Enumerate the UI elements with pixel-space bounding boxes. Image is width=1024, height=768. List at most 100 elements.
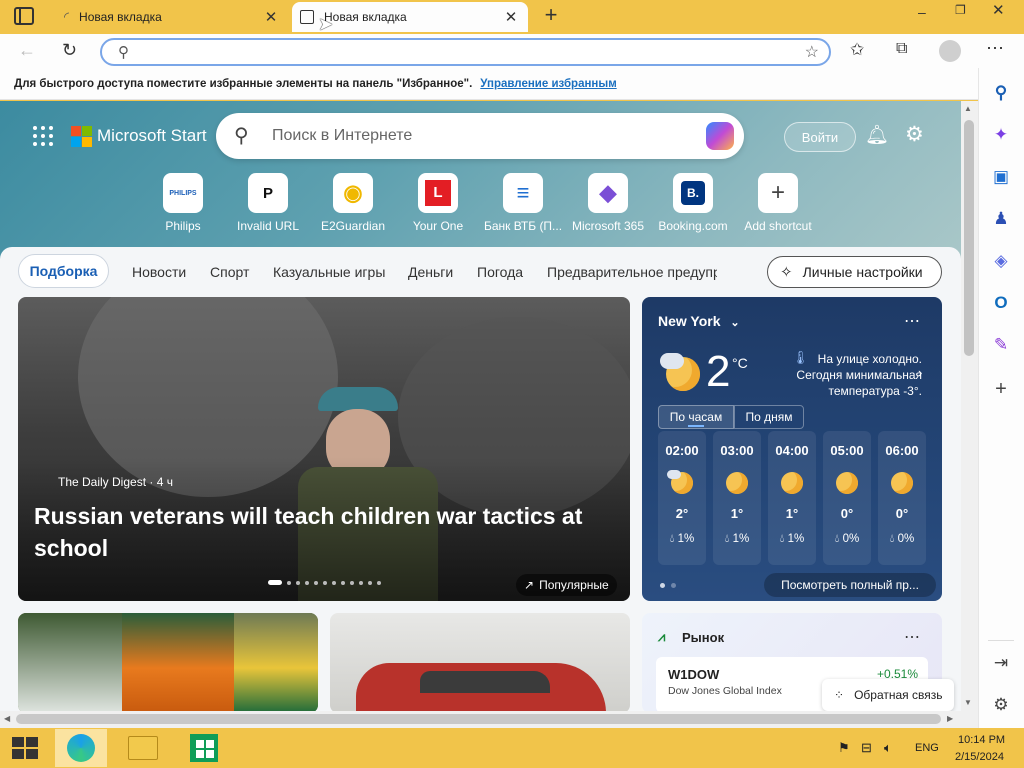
quicklink-invalid-url[interactable]: P Invalid URL — [228, 173, 308, 233]
hour-forecast[interactable]: 03:00 1° 💧︎ 1% — [713, 431, 761, 565]
news-hero-card[interactable]: The Daily Digest · 4 ч Russian veterans … — [18, 297, 630, 601]
close-tab-icon[interactable]: ✕ — [262, 8, 280, 26]
volume-muted-icon[interactable]: 🔈︎ — [884, 740, 892, 756]
clock-time[interactable]: 10:14 PM — [958, 734, 1005, 746]
moon-icon — [726, 472, 748, 494]
team-photo — [18, 613, 122, 711]
address-input[interactable] — [146, 43, 786, 61]
microsoft-logo-icon — [71, 126, 92, 147]
quicklink-your-one[interactable]: L Your One — [398, 173, 478, 233]
language-indicator[interactable]: ENG — [915, 742, 939, 754]
sidebar-settings-icon[interactable]: ⚙ — [988, 692, 1014, 718]
hour-forecast[interactable]: 05:00 0° 💧︎ 0% — [823, 431, 871, 565]
hide-sidebar-icon[interactable]: ⇥ — [988, 650, 1014, 676]
add-sidebar-app-icon[interactable]: + — [988, 376, 1014, 402]
personalize-label: Личные настройки — [802, 264, 923, 280]
maximize-button[interactable]: ❐ — [955, 3, 969, 17]
drop-icon: 💧︎ — [724, 533, 730, 545]
tab-podborka[interactable]: Подборка — [18, 254, 109, 288]
weather-page-dots[interactable] — [660, 583, 676, 588]
feedback-button[interactable]: ⁘ Обратная связь — [822, 679, 954, 711]
new-tab-button[interactable]: + — [540, 4, 562, 26]
file-explorer-icon[interactable] — [128, 736, 158, 760]
tab-casual-games[interactable]: Казуальные игры — [273, 264, 385, 280]
see-full-forecast-link[interactable]: Посмотреть полный пр... — [764, 573, 936, 597]
tab-daily[interactable]: По дням — [734, 405, 804, 429]
outlook-icon[interactable]: O — [988, 290, 1014, 316]
copilot-sparkle-icon[interactable]: ✦ — [988, 122, 1014, 148]
clock-date[interactable]: 2/15/2024 — [955, 751, 1004, 763]
shopping-icon[interactable]: ▣ — [988, 164, 1014, 190]
scroll-left-arrow-icon[interactable]: ◀ — [4, 714, 10, 723]
tab-weather[interactable]: Погода — [477, 264, 523, 280]
collections-icon[interactable]: ⧉ — [896, 40, 907, 58]
start-windows-icon[interactable] — [12, 737, 38, 759]
signin-button[interactable]: Войти — [784, 122, 856, 152]
close-window-button[interactable]: ✕ — [992, 1, 1012, 19]
manage-favorites-link[interactable]: Управление избранным — [480, 78, 616, 90]
vertical-scroll-thumb[interactable] — [964, 120, 974, 356]
horizontal-scroll-thumb[interactable] — [16, 714, 941, 724]
chevron-right-icon[interactable]: › — [918, 365, 922, 380]
news-headline[interactable]: Russian veterans will teach children war… — [34, 500, 594, 564]
scroll-right-arrow-icon[interactable]: ▶ — [947, 714, 953, 723]
store-icon[interactable] — [190, 734, 218, 762]
network-icon[interactable]: ⊟ — [861, 740, 872, 756]
address-bar[interactable]: ⚲ ☆ — [100, 38, 831, 66]
drop-icon: 💧︎ — [834, 533, 840, 545]
copilot-icon[interactable] — [706, 122, 734, 150]
minimize-button[interactable]: – — [918, 4, 938, 20]
quicklink-e2guardian[interactable]: ◉ E2Guardian — [313, 173, 393, 233]
games-icon[interactable]: ♟ — [988, 206, 1014, 232]
tab-money[interactable]: Деньги — [408, 264, 453, 280]
quicklink-philips[interactable]: PHILIPS Philips — [143, 173, 223, 233]
weather-note[interactable]: На улице холодно. Сегодня минимальная те… — [782, 351, 922, 399]
add-favorite-icon[interactable]: ☆ — [805, 42, 819, 62]
weather-card[interactable]: New York ⌄ ⋯ 2 °C 🌡︎ На улице холодно. С… — [642, 297, 942, 601]
mouse-cursor-icon: ➤ — [318, 14, 334, 34]
back-button[interactable]: ← — [18, 40, 36, 61]
tab-sport[interactable]: Спорт — [210, 264, 249, 280]
tab-warning[interactable]: Предварительное предупр — [547, 264, 717, 280]
hour-forecast[interactable]: 02:00 2° 💧︎ 1% — [658, 431, 706, 565]
web-search-box[interactable]: ⚲ Поиск в Интернете — [216, 113, 744, 159]
hour-forecast[interactable]: 06:00 0° 💧︎ 0% — [878, 431, 926, 565]
settings-gear-icon[interactable]: ⚙ — [905, 122, 924, 147]
sparkle-icon: ✧ — [780, 264, 793, 281]
personalize-button[interactable]: ✧ Личные настройки — [767, 256, 942, 288]
brand-title[interactable]: Microsoft Start — [97, 126, 207, 146]
profile-avatar[interactable] — [939, 40, 961, 62]
quicklink-booking[interactable]: B. Booking.com — [653, 173, 733, 233]
more-menu-icon[interactable]: ⋯ — [986, 38, 1004, 59]
car-news-card[interactable] — [330, 613, 630, 711]
carousel-dots[interactable] — [268, 580, 381, 585]
tab-actions-icon[interactable] — [14, 7, 34, 25]
sports-card[interactable] — [18, 613, 318, 711]
designer-icon[interactable]: ✎ — [988, 332, 1014, 358]
close-tab-icon[interactable]: ✕ — [502, 8, 520, 26]
quicklink-label: Microsoft 365 — [571, 219, 645, 233]
taskbar-edge-button[interactable] — [55, 729, 107, 767]
more-options-icon[interactable]: ⋯ — [904, 311, 920, 331]
refresh-button[interactable]: ↻ — [62, 40, 77, 61]
notifications-bell-icon[interactable]: 🔔︎ — [865, 123, 889, 147]
scroll-up-arrow-icon[interactable]: ▲ — [964, 104, 972, 113]
search-icon[interactable]: ⚲ — [988, 80, 1014, 106]
favorites-bar-text: Для быстрого доступа поместите избранные… — [14, 77, 473, 90]
quicklink-vtb[interactable]: ≡ Банк ВТБ (П... — [483, 173, 563, 233]
weather-city[interactable]: New York ⌄ — [658, 313, 740, 329]
tab-news[interactable]: Новости — [132, 264, 186, 280]
flag-icon[interactable]: ⚑ — [838, 740, 850, 756]
tab-underline — [688, 425, 704, 427]
tab-new-tab-1[interactable]: ◜ Новая вкладка ✕ — [56, 2, 288, 32]
quicklink-microsoft-365[interactable]: ◆ Microsoft 365 — [568, 173, 648, 233]
app-launcher-icon[interactable] — [33, 126, 53, 146]
scroll-down-arrow-icon[interactable]: ▼ — [964, 698, 972, 707]
hour-forecast[interactable]: 04:00 1° 💧︎ 1% — [768, 431, 816, 565]
more-options-icon[interactable]: ⋯ — [904, 627, 920, 647]
microsoft-365-icon[interactable]: ◈ — [988, 248, 1014, 274]
booking-icon: B. — [673, 173, 713, 213]
favorites-icon[interactable]: ✩ — [850, 40, 864, 60]
add-shortcut-button[interactable]: + Add shortcut — [738, 173, 818, 233]
hour-precip: 1% — [732, 533, 750, 545]
